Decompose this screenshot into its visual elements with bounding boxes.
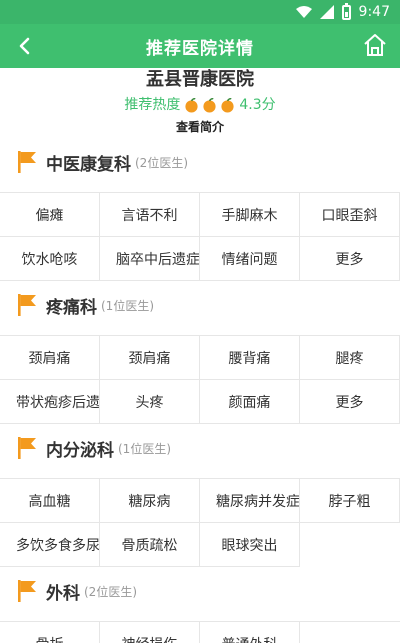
status-time: 9:47	[358, 4, 390, 20]
symptom-item[interactable]: 带状疱疹后遗	[0, 380, 100, 424]
symptom-item[interactable]: 神经损伤	[100, 622, 200, 643]
more-button[interactable]: 更多	[300, 380, 400, 424]
hospital-name: 盂县晋康医院	[146, 69, 254, 90]
department-name: 内分泌科	[46, 440, 114, 461]
symptom-grid: 颈肩痛 颈肩痛 腰背痛 腿疼 带状疱疹后遗 头疼 颜面痛 更多	[0, 335, 400, 424]
page-title: 推荐医院详情	[146, 38, 254, 59]
status-bar: 9:47	[0, 0, 400, 24]
rating-icons	[184, 97, 235, 113]
rating-score: 4.3分	[239, 97, 276, 113]
rating-label: 推荐热度	[124, 97, 181, 113]
hospital-header: 盂县晋康医院 推荐热度 4.3分 查看简介	[0, 68, 400, 135]
department-header[interactable]: 内分泌科 (1位医生)	[0, 428, 400, 468]
symptom-grid: 高血糖 糖尿病 糖尿病并发症 脖子粗多饮多食多尿 骨质疏松 眼球突出	[0, 478, 400, 567]
view-intro-link[interactable]: 查看简介	[0, 118, 400, 135]
department-name: 中医康复科	[46, 154, 131, 175]
orange-fruit-icon	[203, 97, 216, 113]
department-name: 外科	[46, 583, 80, 604]
symptom-item[interactable]: 高血糖	[0, 479, 100, 523]
flag-icon	[18, 437, 36, 459]
flag-icon	[18, 580, 36, 602]
orange-fruit-icon	[185, 97, 198, 113]
doctor-count: (1位医生)	[101, 298, 154, 313]
symptom-item[interactable]: 口眼歪斜	[300, 193, 400, 237]
app-bar: 推荐医院详情	[0, 24, 400, 68]
symptom-grid: 偏瘫 言语不利 手脚麻木 口眼歪斜饮水呛咳 脑卒中后遗症 情绪问题 更多	[0, 192, 400, 281]
orange-fruit-icon	[221, 97, 234, 113]
symptom-item[interactable]: 糖尿病	[100, 479, 200, 523]
symptom-item[interactable]: 脑卒中后遗症	[100, 237, 200, 281]
symptom-item[interactable]: 头疼	[100, 380, 200, 424]
department-header[interactable]: 疼痛科 (1位医生)	[0, 285, 400, 325]
home-icon[interactable]	[362, 32, 388, 58]
doctor-count: (2位医生)	[84, 584, 137, 599]
symptom-item[interactable]: 饮水呛咳	[0, 237, 100, 281]
symptom-item[interactable]: 颜面痛	[200, 380, 300, 424]
symptom-item[interactable]: 多饮多食多尿	[0, 523, 100, 567]
more-button[interactable]: 更多	[300, 237, 400, 281]
department-header[interactable]: 中医康复科 (2位医生)	[0, 142, 400, 182]
symptom-item[interactable]: 颈肩痛	[0, 336, 100, 380]
doctor-count: (2位医生)	[135, 155, 188, 170]
battery-icon	[341, 2, 351, 20]
wifi-icon	[295, 6, 312, 18]
back-arrow-icon	[19, 37, 30, 55]
symptom-item[interactable]: 偏瘫	[0, 193, 100, 237]
symptom-item[interactable]: 骨折	[0, 622, 100, 643]
symptom-item[interactable]: 脖子粗	[300, 479, 400, 523]
symptom-grid: 骨折神经损伤普通外科	[0, 621, 400, 643]
symptom-item[interactable]: 腿疼	[300, 336, 400, 380]
symptom-item[interactable]: 普通外科	[200, 622, 300, 643]
doctor-count: (1位医生)	[118, 441, 171, 456]
symptom-item[interactable]: 糖尿病并发症	[200, 479, 300, 523]
back-button[interactable]	[10, 32, 38, 60]
symptom-item[interactable]: 骨质疏松	[100, 523, 200, 567]
symptom-item[interactable]: 情绪问题	[200, 237, 300, 281]
symptom-item[interactable]: 言语不利	[100, 193, 200, 237]
department-name: 疼痛科	[46, 297, 97, 318]
signal-icon	[319, 5, 334, 19]
flag-icon	[18, 294, 36, 316]
symptom-item[interactable]: 颈肩痛	[100, 336, 200, 380]
symptom-item[interactable]: 腰背痛	[200, 336, 300, 380]
flag-icon	[18, 151, 36, 173]
department-header[interactable]: 外科 (2位医生)	[0, 571, 400, 611]
rating-row: 推荐热度 4.3分	[0, 94, 400, 116]
symptom-item[interactable]: 手脚麻木	[200, 193, 300, 237]
symptom-item[interactable]: 眼球突出	[200, 523, 300, 567]
